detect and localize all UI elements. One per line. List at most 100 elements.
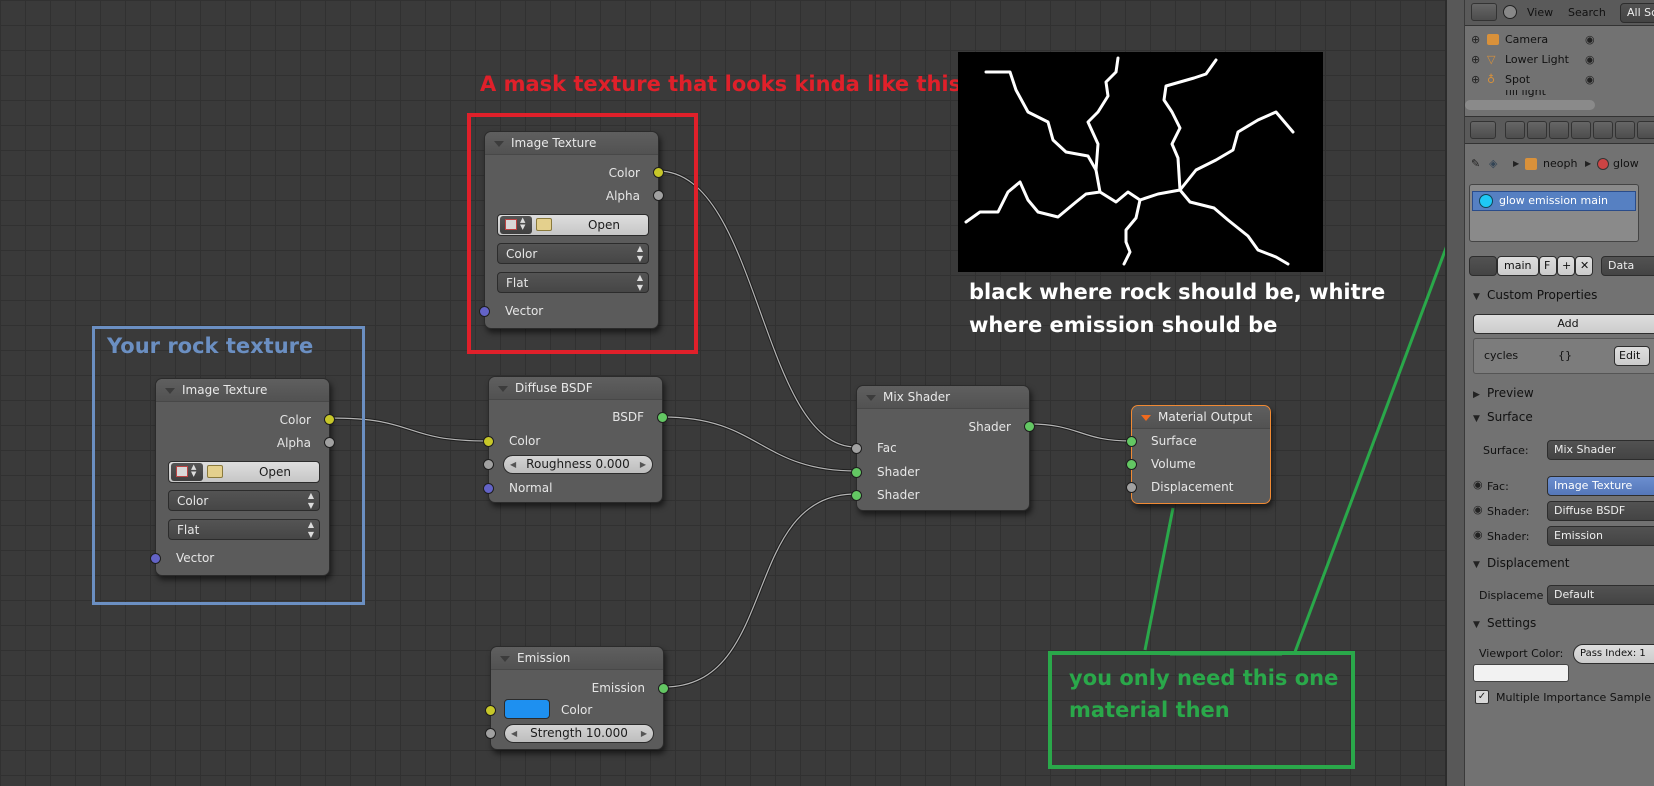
editor-type-icon[interactable] <box>1471 3 1497 21</box>
input-color-socket[interactable] <box>483 436 494 447</box>
visibility-eye-icon[interactable]: ◉ <box>1585 30 1595 50</box>
visibility-eye-icon[interactable]: ◉ <box>1585 50 1595 70</box>
expand-icon[interactable]: ⊕ <box>1471 50 1480 70</box>
custom-property-row: cycles {} Edit <box>1473 338 1654 374</box>
output-bsdf-socket[interactable] <box>657 412 668 423</box>
object-tab-icon[interactable] <box>1571 121 1591 139</box>
mix-shader-node[interactable]: Mix Shader Shader Fac Shader Shader <box>851 385 1035 511</box>
world-tab-icon[interactable] <box>1549 121 1569 139</box>
settings-header[interactable]: ▼ Settings <box>1473 612 1536 634</box>
outliner-item-spot[interactable]: ⊕ ♁ Spot ◉ <box>1465 70 1654 90</box>
material-slot-item[interactable]: glow emission main <box>1472 191 1636 211</box>
output-bsdf-label: BSDF <box>612 410 644 424</box>
mis-checkbox[interactable]: ✓ <box>1475 690 1489 704</box>
shader2-dropdown[interactable]: Emission <box>1547 526 1654 546</box>
scene-tab-icon[interactable] <box>1527 121 1547 139</box>
fake-user-button[interactable]: F <box>1539 256 1557 276</box>
input-shader2-socket[interactable] <box>851 490 862 501</box>
output-shader-socket[interactable] <box>1024 421 1035 432</box>
collapse-arrow-icon: ▼ <box>1473 414 1480 424</box>
viewport-color-swatch[interactable] <box>1473 664 1569 682</box>
node-header[interactable]: Emission <box>491 647 663 670</box>
display-mode-icon[interactable] <box>1503 5 1517 19</box>
pin-icon[interactable]: ✎ <box>1471 154 1480 174</box>
input-surface-socket[interactable] <box>1126 436 1137 447</box>
expand-icon[interactable]: ⊕ <box>1471 30 1480 50</box>
increment-arrow-icon[interactable]: ▶ <box>640 456 646 473</box>
preview-header[interactable]: ▶ Preview <box>1473 382 1534 404</box>
collapse-triangle-icon[interactable] <box>1141 415 1151 421</box>
material-slot-list[interactable]: glow emission main <box>1469 184 1639 242</box>
slider-value: Roughness 0.000 <box>526 457 630 471</box>
node-header[interactable]: Mix Shader <box>857 386 1029 409</box>
edit-property-button[interactable]: Edit <box>1614 346 1650 366</box>
surface-shader-dropdown[interactable]: Mix Shader <box>1547 440 1654 460</box>
node-header[interactable]: Material Output <box>1132 406 1270 429</box>
outliner-item-camera[interactable]: ⊕ Camera ◉ <box>1465 30 1654 50</box>
fac-input-dropdown[interactable]: Image Texture <box>1547 476 1654 496</box>
input-strength-socket[interactable] <box>485 728 496 739</box>
increment-arrow-icon[interactable]: ▶ <box>641 725 647 742</box>
output-emission-socket[interactable] <box>658 683 669 694</box>
diffuse-bsdf-node[interactable]: Diffuse BSDF BSDF Color ◀ Roughness 0.00… <box>483 376 668 503</box>
link-dot-icon[interactable]: ◉ <box>1473 478 1483 491</box>
view-menu[interactable]: View <box>1527 6 1553 19</box>
displacement-header[interactable]: ▼ Displacement <box>1473 552 1570 574</box>
add-material-icon[interactable]: + <box>1557 256 1575 276</box>
outliner-label: Spot <box>1505 73 1531 86</box>
mask-example-image <box>958 52 1323 272</box>
header-label: Custom Properties <box>1487 288 1598 302</box>
input-roughness-socket[interactable] <box>483 459 494 470</box>
material-output-node[interactable]: Material Output Surface Volume Displacem… <box>1126 405 1271 504</box>
expand-icon[interactable]: ⊕ <box>1471 70 1480 90</box>
unlink-material-icon[interactable]: ✕ <box>1575 256 1593 276</box>
decrement-arrow-icon[interactable]: ◀ <box>510 456 516 473</box>
pass-index-field[interactable]: Pass Index: 1 <box>1573 644 1654 664</box>
outliner-label: Camera <box>1505 33 1549 46</box>
link-dropdown[interactable]: Data <box>1601 256 1654 276</box>
displacement-dropdown[interactable]: Default <box>1547 585 1654 605</box>
surface-header[interactable]: ▼ Surface <box>1473 406 1533 428</box>
scenes-dropdown[interactable]: All Sc <box>1620 3 1654 23</box>
node-title: Emission <box>517 651 571 665</box>
shader1-dropdown[interactable]: Diffuse BSDF <box>1547 501 1654 521</box>
properties-panel[interactable]: View Search All Sc ⊕ Camera ◉ ⊕ ▽ Lower … <box>1445 0 1654 786</box>
search-menu[interactable]: Search <box>1568 6 1606 19</box>
modifiers-tab-icon[interactable] <box>1615 121 1635 139</box>
displacement-label: Displaceme <box>1479 589 1544 602</box>
decrement-arrow-icon[interactable]: ◀ <box>511 725 517 742</box>
custom-properties-header[interactable]: ▼ Custom Properties <box>1473 284 1597 306</box>
emission-node[interactable]: Emission Emission Color ◀ Strength 10.00… <box>485 646 669 750</box>
visibility-eye-icon[interactable]: ◉ <box>1585 70 1595 90</box>
roughness-slider[interactable]: ◀ Roughness 0.000 ▶ <box>503 455 653 474</box>
strength-slider[interactable]: ◀ Strength 10.000 ▶ <box>504 724 654 743</box>
outliner-label: fill light <box>1505 90 1546 98</box>
color-swatch[interactable] <box>504 699 550 719</box>
outliner-item-lower-light[interactable]: ⊕ ▽ Lower Light ◉ <box>1465 50 1654 70</box>
collapse-triangle-icon[interactable] <box>500 656 510 662</box>
input-shader1-socket[interactable] <box>851 467 862 478</box>
node-header[interactable]: Diffuse BSDF <box>489 377 662 400</box>
link-dot-icon[interactable]: ◉ <box>1473 503 1483 516</box>
input-fac-socket[interactable] <box>851 443 862 454</box>
material-browse-icon[interactable] <box>1469 256 1497 276</box>
input-normal-socket[interactable] <box>483 483 494 494</box>
material-name-field[interactable]: main <box>1497 256 1539 276</box>
outliner-scrollbar[interactable] <box>1465 100 1595 110</box>
node-editor[interactable]: Image Texture Color Alpha ▲ ▼ Open Color … <box>0 0 1445 786</box>
outliner-item-fill-light[interactable]: fill light <box>1465 90 1654 100</box>
outliner-header: View Search All Sc <box>1465 0 1654 26</box>
collapse-triangle-icon[interactable] <box>866 395 876 401</box>
panel-resize-strip[interactable] <box>1447 0 1465 786</box>
collapse-triangle-icon[interactable] <box>498 386 508 392</box>
data-tab-icon[interactable] <box>1637 121 1654 139</box>
link-dot-icon[interactable]: ◉ <box>1473 528 1483 541</box>
editor-type-icon[interactable] <box>1470 121 1496 139</box>
breadcrumb-object: neoph <box>1543 157 1578 170</box>
constraints-tab-icon[interactable] <box>1593 121 1613 139</box>
input-displacement-socket[interactable] <box>1126 482 1137 493</box>
input-color-socket[interactable] <box>485 705 496 716</box>
input-volume-socket[interactable] <box>1126 459 1137 470</box>
add-property-button[interactable]: Add <box>1473 314 1654 334</box>
render-tab-icon[interactable] <box>1505 121 1525 139</box>
